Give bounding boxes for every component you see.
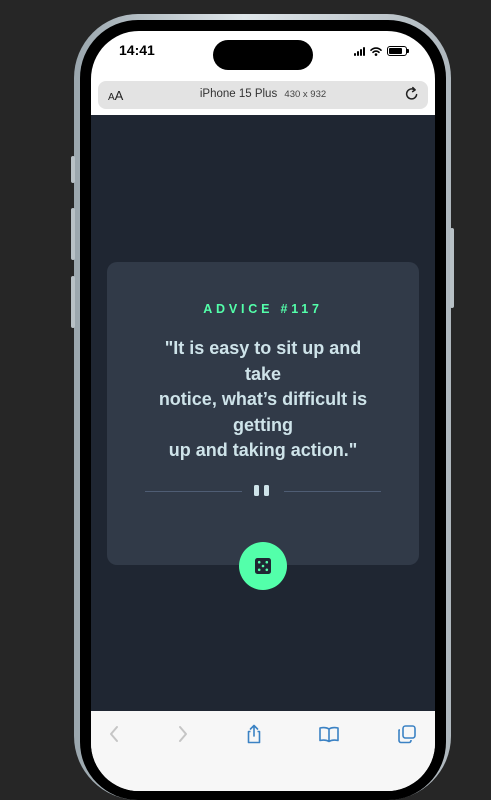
dice-button[interactable] xyxy=(239,542,287,590)
quote-line: take xyxy=(244,363,282,384)
dynamic-island xyxy=(213,40,313,70)
device-size: 430 x 932 xyxy=(284,89,327,100)
quote-line: getting xyxy=(233,414,293,435)
book-icon[interactable] xyxy=(317,722,341,746)
volume-down-button xyxy=(71,276,75,328)
divider-line-right xyxy=(284,491,381,492)
reload-icon[interactable] xyxy=(404,86,420,102)
advice-card: ADVICE #117 "It is easy to sit up and ta… xyxy=(107,262,419,565)
advice-label: ADVICE #117 xyxy=(203,302,323,316)
action-button xyxy=(71,156,75,183)
status-time: 14:41 xyxy=(119,42,155,58)
bottom-toolbar xyxy=(91,711,435,791)
url-label[interactable]: iPhone 15 Plus 430 x 932 xyxy=(98,88,428,100)
phone-screen: 14:41 AA iPhone 15 Plus 430 x 932 ADVICE… xyxy=(91,31,435,791)
chevron-left-icon[interactable] xyxy=(103,722,127,746)
advice-quote: "It is easy to sit up and take notice, w… xyxy=(127,336,399,464)
volume-up-button xyxy=(71,208,75,260)
cellular-signal-icon xyxy=(354,46,365,56)
status-bar: 14:41 xyxy=(91,31,435,75)
battery-icon xyxy=(387,46,409,56)
dice-icon xyxy=(255,558,271,574)
url-bar[interactable]: AA iPhone 15 Plus 430 x 932 xyxy=(98,81,428,109)
web-viewport: ADVICE #117 "It is easy to sit up and ta… xyxy=(91,115,435,711)
device-name: iPhone 15 Plus xyxy=(199,88,278,100)
divider-line-left xyxy=(145,491,242,492)
wifi-icon xyxy=(370,46,382,56)
quote-line: "It is easy to sit up and xyxy=(164,338,362,358)
status-icons xyxy=(354,46,409,56)
chevron-right-icon[interactable] xyxy=(170,722,194,746)
tabs-icon[interactable] xyxy=(395,722,419,746)
quote-line: notice, what’s difficult is xyxy=(158,389,368,410)
power-button xyxy=(450,228,454,308)
share-icon[interactable] xyxy=(242,722,266,746)
pause-icon xyxy=(254,485,272,497)
quote-line: up and taking action." xyxy=(168,440,358,461)
